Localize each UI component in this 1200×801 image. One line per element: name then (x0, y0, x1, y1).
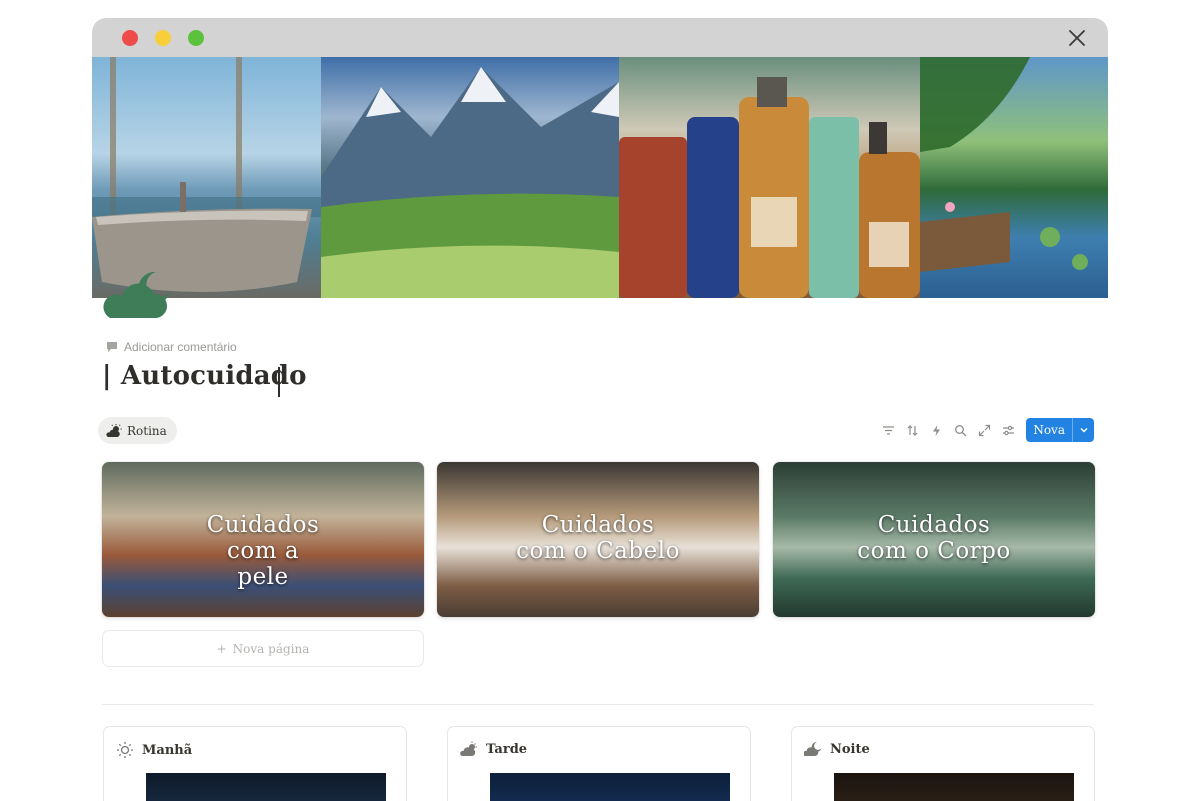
plus-icon: + (216, 641, 227, 656)
column-header: Manhã (116, 741, 192, 759)
new-button[interactable]: Nova (1026, 418, 1072, 442)
column-header: Noite (804, 741, 870, 757)
close-icon[interactable] (1066, 27, 1088, 49)
sun-icon (117, 742, 133, 758)
column-label: Tarde (486, 741, 528, 757)
view-tab-rotina[interactable]: Rotina (98, 417, 177, 444)
search-icon (954, 424, 967, 436)
app-window: Adicionar comentário | Autocuidado Rotin… (92, 18, 1108, 801)
settings-icon (1002, 425, 1014, 435)
divider (102, 704, 1094, 705)
gallery-card-title: Cuidados com o Cabelo (516, 512, 680, 564)
title-bar (92, 18, 1108, 57)
expand-icon (978, 424, 990, 436)
column-label: Manhã (142, 742, 193, 758)
gallery-card-cabelo[interactable]: Cuidados com o Cabelo (437, 462, 759, 617)
search-button[interactable] (948, 418, 972, 442)
sort-icon (907, 424, 918, 436)
page-title[interactable]: | Autocuidado (102, 361, 307, 391)
minimize-window-button[interactable] (155, 30, 171, 46)
automation-icon (932, 424, 940, 436)
routine-column-manha[interactable]: Manhã (103, 726, 407, 801)
chevron-down-icon (1080, 428, 1087, 433)
new-page-label: Nova página (232, 641, 310, 656)
settings-button[interactable] (996, 418, 1020, 442)
view-toolbar: Nova (876, 418, 1094, 442)
gallery-card-title: Cuidados com o Corpo (857, 512, 1011, 564)
new-page-button[interactable]: + Nova página (102, 630, 424, 667)
gallery-card-title: Cuidados com a pele (206, 512, 320, 590)
column-thumbnail (146, 773, 386, 801)
maximize-window-button[interactable] (188, 30, 204, 46)
gallery-card-pele[interactable]: Cuidados com a pele (102, 462, 424, 617)
moon-cloud-icon (804, 741, 822, 756)
view-tab-label: Rotina (127, 423, 167, 438)
sun-cloud-icon (106, 423, 122, 437)
comment-icon (107, 342, 117, 352)
column-label: Noite (830, 741, 870, 757)
text-caret (278, 367, 280, 397)
add-comment-label: Adicionar comentário (124, 340, 237, 354)
close-window-button[interactable] (122, 30, 138, 46)
routine-column-tarde[interactable]: Tarde (447, 726, 751, 801)
add-comment-button[interactable]: Adicionar comentário (106, 340, 237, 354)
column-thumbnail (490, 773, 730, 801)
expand-button[interactable] (972, 418, 996, 442)
filter-icon (882, 425, 894, 435)
cover-panel-skincare (619, 57, 920, 298)
sun-cloud-icon (460, 741, 477, 756)
automation-button[interactable] (924, 418, 948, 442)
page-cover[interactable] (92, 57, 1108, 298)
cover-panel-mountains (321, 57, 619, 298)
filter-button[interactable] (876, 418, 900, 442)
gallery-card-corpo[interactable]: Cuidados com o Corpo (773, 462, 1095, 617)
routine-column-noite[interactable]: Noite (791, 726, 1095, 801)
sort-button[interactable] (900, 418, 924, 442)
new-button-group: Nova (1026, 418, 1094, 442)
column-header: Tarde (460, 741, 527, 757)
cover-panel-bathtub (92, 57, 321, 298)
new-button-dropdown[interactable] (1072, 418, 1094, 442)
cover-panel-lake (920, 57, 1108, 298)
cloud-moon-icon[interactable] (100, 266, 172, 322)
column-thumbnail (834, 773, 1074, 801)
